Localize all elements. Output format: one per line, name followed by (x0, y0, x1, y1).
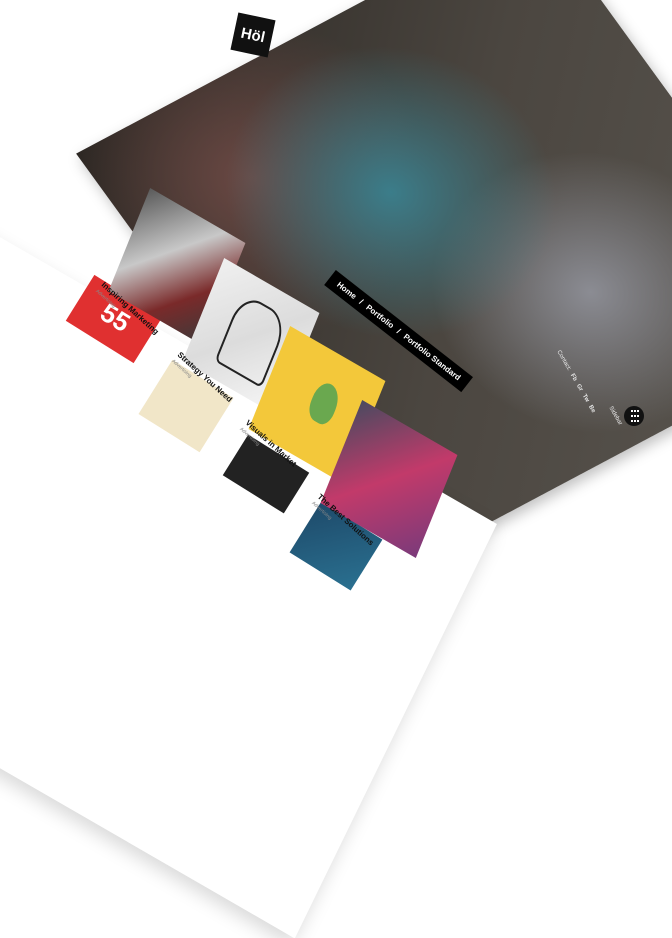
site-logo[interactable]: Höl (230, 12, 276, 58)
breadcrumb-separator: / (357, 297, 365, 307)
menu-button[interactable] (624, 406, 644, 426)
grid-menu-icon (630, 409, 639, 423)
website-mockup: Höl Home / Portfolio / Portfolio Standar… (0, 0, 672, 938)
breadcrumb-separator: / (395, 326, 403, 336)
